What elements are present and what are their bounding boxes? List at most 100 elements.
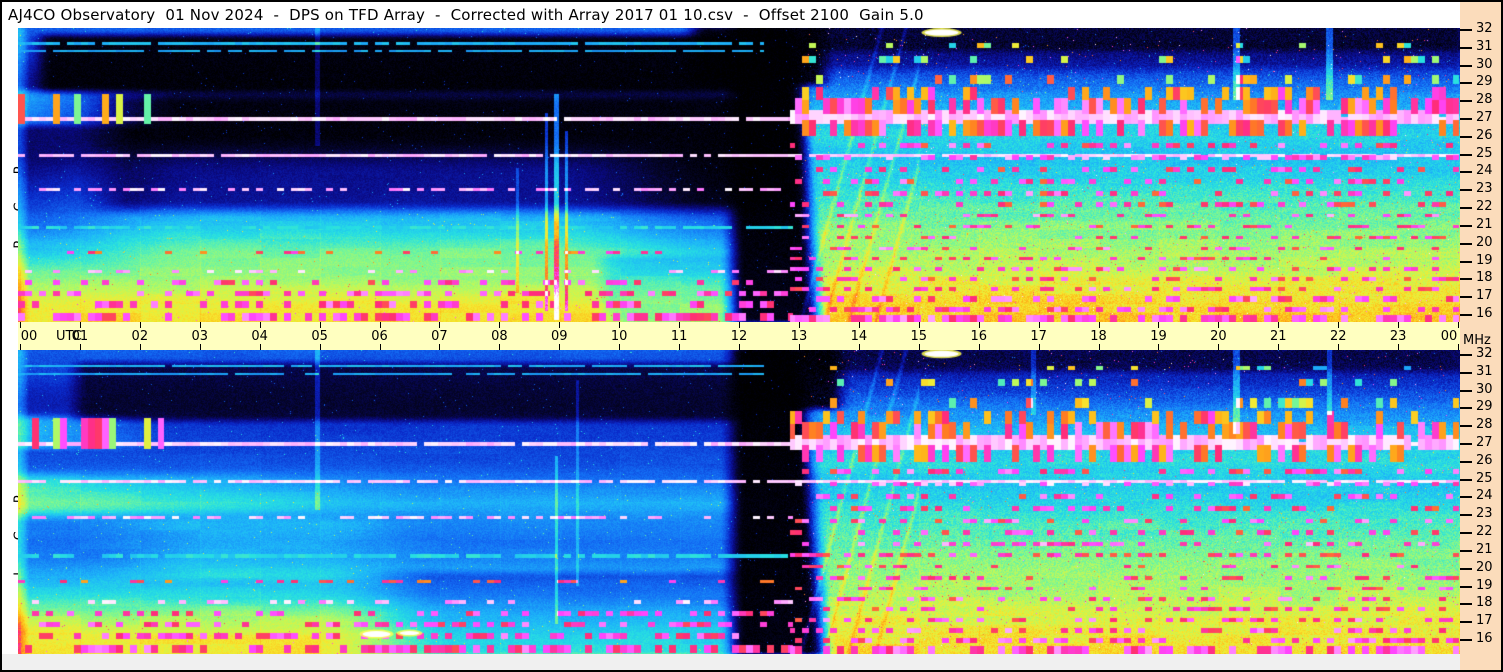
freq-tick [1460, 189, 1472, 192]
time-tick-label: 06 [371, 329, 388, 344]
freq-tick [1460, 478, 1472, 481]
freq-tick [1460, 407, 1472, 410]
freq-tick-label: 26 [1476, 452, 1493, 468]
time-tick [1398, 322, 1400, 328]
freq-tick-label: 25 [1476, 145, 1493, 161]
left-margin: R C P L C P [2, 28, 28, 670]
time-tick [319, 322, 321, 328]
freq-tick-label: 22 [1476, 524, 1493, 540]
freq-tick [1460, 46, 1472, 49]
freq-tick [1460, 585, 1472, 588]
time-tick-label: 20 [1210, 329, 1227, 344]
frequency-scale: MHz 32 31 30 29 28 27 26 25 24 23 22 21 20 19 18 17 16 32… [1460, 2, 1501, 670]
time-tick [679, 322, 681, 328]
time-tick-label: 05 [311, 329, 328, 344]
time-tick-label: 17 [1030, 329, 1047, 344]
freq-tick-label: 25 [1476, 470, 1493, 486]
freq-tick [1460, 242, 1472, 245]
time-tick-label: 16 [970, 329, 987, 344]
freq-tick [1460, 425, 1472, 428]
time-tick-label: 14 [850, 329, 868, 344]
freq-tick [1460, 207, 1472, 210]
time-tick [739, 322, 741, 328]
time-tick-label: 00 [1440, 329, 1458, 344]
freq-tick-label: 26 [1476, 127, 1493, 143]
time-tick-label: 11 [670, 329, 688, 344]
time-tick-label: 22 [1329, 329, 1347, 344]
freq-tick-label: 17 [1476, 613, 1493, 629]
freq-tick-label: 16 [1476, 305, 1493, 321]
freq-tick [1460, 135, 1472, 138]
time-tick [918, 322, 920, 328]
time-tick-label: 02 [131, 329, 149, 344]
time-tick-label: 21 [1270, 329, 1287, 344]
freq-tick-label: 16 [1476, 630, 1493, 646]
time-tick [619, 322, 621, 328]
time-tick [1338, 322, 1340, 328]
time-tick-label: 12 [730, 329, 748, 344]
freq-tick-label: 31 [1476, 38, 1493, 54]
time-tick-label: 23 [1389, 329, 1407, 344]
freq-tick [1460, 296, 1472, 299]
freq-tick-label: 23 [1476, 181, 1493, 197]
freq-tick-label: 20 [1476, 559, 1493, 575]
freq-tick-label: 28 [1476, 417, 1493, 433]
freq-tick-label: 22 [1476, 199, 1493, 215]
freq-tick-label: 19 [1476, 577, 1493, 593]
time-tick [79, 322, 81, 328]
freq-tick-label: 32 [1476, 21, 1493, 36]
dps-window: AJ4CO Observatory 01 Nov 2024 - DPS on T… [0, 0, 1503, 672]
freq-tick [1460, 171, 1472, 174]
time-tick [1038, 322, 1040, 328]
time-tick-label: 18 [1090, 329, 1107, 344]
freq-tick [1460, 313, 1472, 316]
freq-tick [1460, 567, 1472, 570]
freq-tick-label: 24 [1476, 488, 1493, 504]
time-tick [559, 322, 561, 328]
time-tick-label: 00 [20, 329, 38, 344]
time-tick-label: 04 [251, 329, 268, 344]
time-tick-label: 10 [610, 329, 628, 344]
freq-tick-label: 27 [1476, 435, 1493, 451]
freq-tick [1460, 603, 1472, 606]
time-tick [1458, 322, 1460, 328]
freq-tick [1460, 278, 1472, 281]
time-tick [139, 322, 141, 328]
freq-tick [1460, 532, 1472, 535]
freq-tick [1460, 153, 1472, 156]
freq-tick-label: 23 [1476, 506, 1493, 522]
bottom-margin [2, 654, 1460, 670]
freq-tick-label: 18 [1476, 270, 1493, 286]
freq-tick [1460, 354, 1472, 356]
time-tick [1158, 322, 1160, 328]
time-tick [379, 322, 381, 328]
freq-tick [1460, 29, 1472, 31]
freq-tick-label: 21 [1476, 541, 1493, 557]
freq-tick [1460, 621, 1472, 624]
freq-tick-label: 21 [1476, 216, 1493, 232]
freq-tick-label: 17 [1476, 288, 1493, 304]
freq-tick-label: 27 [1476, 110, 1493, 126]
time-tick [798, 322, 800, 328]
freq-tick-label: 30 [1476, 381, 1493, 397]
freq-tick [1460, 224, 1472, 227]
freq-tick-label: 24 [1476, 163, 1493, 179]
time-tick-label: 09 [550, 329, 568, 344]
freq-tick [1460, 260, 1472, 263]
freq-tick [1460, 82, 1472, 85]
freq-tick [1460, 514, 1472, 517]
freq-tick-label: 19 [1476, 252, 1493, 268]
freq-tick [1460, 371, 1472, 374]
freq-tick [1460, 389, 1472, 392]
freq-tick [1460, 64, 1472, 67]
time-tick-label: 03 [191, 329, 209, 344]
time-tick [20, 322, 21, 328]
freq-tick [1460, 443, 1472, 446]
freq-tick-label: 28 [1476, 92, 1493, 108]
freq-tick-label: 29 [1476, 399, 1493, 415]
freq-tick [1460, 100, 1472, 103]
time-tick [1098, 322, 1100, 328]
freq-tick [1460, 118, 1472, 121]
time-tick [858, 322, 860, 328]
time-tick-label: 01 [71, 329, 89, 344]
